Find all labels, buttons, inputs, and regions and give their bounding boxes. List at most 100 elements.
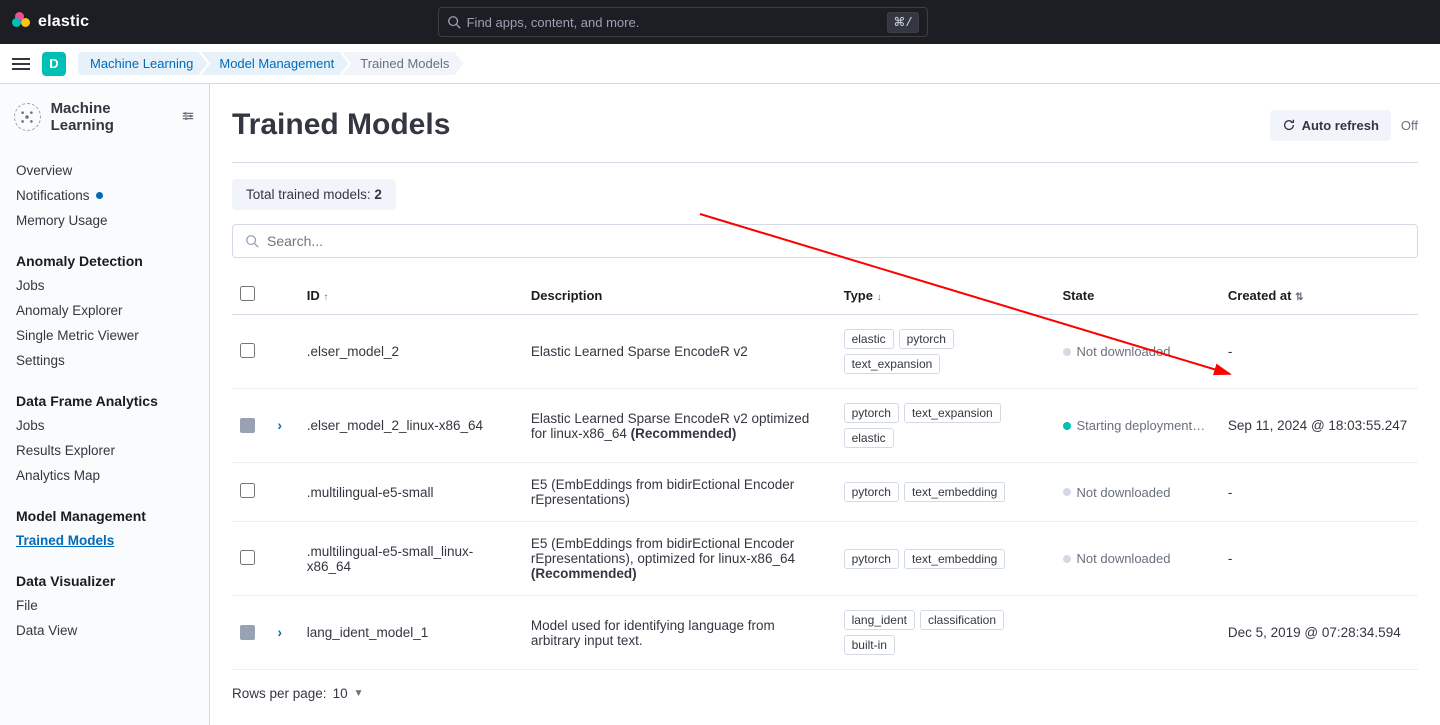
tag: pytorch <box>844 549 899 569</box>
row-checkbox[interactable] <box>240 343 255 358</box>
state-text: Starting deployment… <box>1077 418 1206 433</box>
rows-per-page-value: 10 <box>333 686 348 701</box>
sidebar-item-label: Jobs <box>16 278 45 293</box>
column-header-description[interactable]: Description <box>523 276 836 315</box>
menu-toggle-icon[interactable] <box>12 55 30 73</box>
rows-per-page[interactable]: Rows per page: 10 ▼ <box>232 670 1418 701</box>
space-avatar[interactable]: D <box>42 52 66 76</box>
sidebar-item-label: Notifications <box>16 188 90 203</box>
sidebar-item-label: Settings <box>16 353 65 368</box>
sidebar-item[interactable]: Jobs <box>0 413 209 438</box>
sidebar: Machine Learning OverviewNotificationsMe… <box>0 84 210 725</box>
sidebar-item[interactable]: File <box>0 593 209 618</box>
top-header: elastic Find apps, content, and more. ⌘/ <box>0 0 1440 44</box>
sidebar-item[interactable]: Memory Usage <box>0 208 209 233</box>
row-checkbox[interactable] <box>240 483 255 498</box>
row-checkbox[interactable] <box>240 625 255 640</box>
sidebar-item-label: File <box>16 598 38 613</box>
global-search-placeholder: Find apps, content, and more. <box>467 15 878 30</box>
keyboard-shortcut-hint: ⌘/ <box>887 12 918 33</box>
model-tags: elasticpytorchtext_expansion <box>844 329 1047 374</box>
state-dot-icon <box>1063 348 1071 356</box>
column-header-state[interactable]: State <box>1055 276 1220 315</box>
sidebar-item-label: Results Explorer <box>16 443 115 458</box>
auto-refresh-label: Auto refresh <box>1302 118 1379 133</box>
model-tags: lang_identclassificationbuilt-in <box>844 610 1047 655</box>
table-row: .elser_model_2Elastic Learned Sparse Enc… <box>232 315 1418 389</box>
row-checkbox[interactable] <box>240 550 255 565</box>
state-text: Not downloaded <box>1077 344 1171 359</box>
model-id: .elser_model_2_linux-x86_64 <box>299 389 523 463</box>
tag: text_expansion <box>904 403 1001 423</box>
brand-name: elastic <box>38 13 89 31</box>
row-checkbox[interactable] <box>240 418 255 433</box>
state-dot-icon <box>1063 555 1071 563</box>
tag: pytorch <box>899 329 954 349</box>
state-dot-icon <box>1063 488 1071 496</box>
expand-row-icon[interactable]: › <box>278 418 283 433</box>
sidebar-item[interactable]: Single Metric Viewer <box>0 323 209 348</box>
sidebar-item[interactable]: Data View <box>0 618 209 643</box>
table-row: .multilingual-e5-smallE5 (EmbEddings fro… <box>232 463 1418 522</box>
sidebar-controls-icon[interactable] <box>181 109 195 126</box>
table-search-input[interactable] <box>267 233 1405 249</box>
sort-icon: ⇅ <box>1295 292 1303 303</box>
created-at: Dec 5, 2019 @ 07:28:34.594 <box>1220 596 1418 670</box>
sidebar-item[interactable]: Anomaly Explorer <box>0 298 209 323</box>
model-id: .elser_model_2 <box>299 315 523 389</box>
sub-header: D Machine Learning Model Management Trai… <box>0 44 1440 84</box>
auto-refresh-state: Off <box>1401 118 1418 133</box>
sort-icon: ↓ <box>877 292 882 303</box>
sidebar-item[interactable]: Trained Models <box>0 528 209 553</box>
model-id: .multilingual-e5-small_linux-x86_64 <box>299 522 523 596</box>
auto-refresh-button[interactable]: Auto refresh <box>1270 110 1391 141</box>
table-row: ›.elser_model_2_linux-x86_64Elastic Lear… <box>232 389 1418 463</box>
tag: lang_ident <box>844 610 915 630</box>
total-count-chip: Total trained models: 2 <box>232 179 396 210</box>
breadcrumb-item[interactable]: Machine Learning <box>78 52 207 75</box>
sidebar-item[interactable]: Analytics Map <box>0 463 209 488</box>
tag: elastic <box>844 329 894 349</box>
model-description: Model used for identifying language from… <box>523 596 836 670</box>
tag: built-in <box>844 635 895 655</box>
sidebar-item-label: Data View <box>16 623 77 638</box>
search-icon <box>245 234 259 248</box>
page-title: Trained Models <box>232 108 450 142</box>
sidebar-item-label: Memory Usage <box>16 213 108 228</box>
sidebar-item[interactable]: Overview <box>0 158 209 183</box>
select-all-checkbox[interactable] <box>240 286 255 301</box>
ml-app-icon <box>14 103 41 131</box>
model-description: E5 (EmbEddings from bidirEctional Encode… <box>523 463 836 522</box>
model-id: .multilingual-e5-small <box>299 463 523 522</box>
sidebar-item[interactable]: Results Explorer <box>0 438 209 463</box>
rows-per-page-label: Rows per page: <box>232 686 327 701</box>
sidebar-item-label: Analytics Map <box>16 468 100 483</box>
sidebar-item-label: Anomaly Explorer <box>16 303 123 318</box>
table-row: .multilingual-e5-small_linux-x86_64E5 (E… <box>232 522 1418 596</box>
column-header-id[interactable]: ID ↑ <box>299 276 523 315</box>
sidebar-item[interactable]: Notifications <box>0 183 209 208</box>
model-tags: pytorchtext_expansionelastic <box>844 403 1047 448</box>
model-state: Not downloaded <box>1063 551 1212 566</box>
expand-row-icon[interactable]: › <box>278 625 283 640</box>
created-at: - <box>1220 315 1418 389</box>
column-header-type[interactable]: Type ↓ <box>836 276 1055 315</box>
column-header-created[interactable]: Created at ⇅ <box>1220 276 1418 315</box>
breadcrumb: Machine Learning Model Management Traine… <box>78 52 463 75</box>
model-state: Not downloaded <box>1063 485 1212 500</box>
table-search[interactable] <box>232 224 1418 258</box>
created-at: Sep 11, 2024 @ 18:03:55.247 <box>1220 389 1418 463</box>
total-count-label: Total trained models: <box>246 187 374 202</box>
created-at: - <box>1220 463 1418 522</box>
model-tags: pytorchtext_embedding <box>844 549 1047 569</box>
search-icon <box>447 15 461 29</box>
tag: pytorch <box>844 482 899 502</box>
chevron-down-icon: ▼ <box>354 688 364 699</box>
model-id: lang_ident_model_1 <box>299 596 523 670</box>
notification-dot-icon <box>96 192 103 199</box>
breadcrumb-item[interactable]: Model Management <box>201 52 348 75</box>
brand-logo[interactable]: elastic <box>12 12 89 32</box>
sidebar-item[interactable]: Settings <box>0 348 209 373</box>
global-search[interactable]: Find apps, content, and more. ⌘/ <box>438 7 928 37</box>
sidebar-item[interactable]: Jobs <box>0 273 209 298</box>
